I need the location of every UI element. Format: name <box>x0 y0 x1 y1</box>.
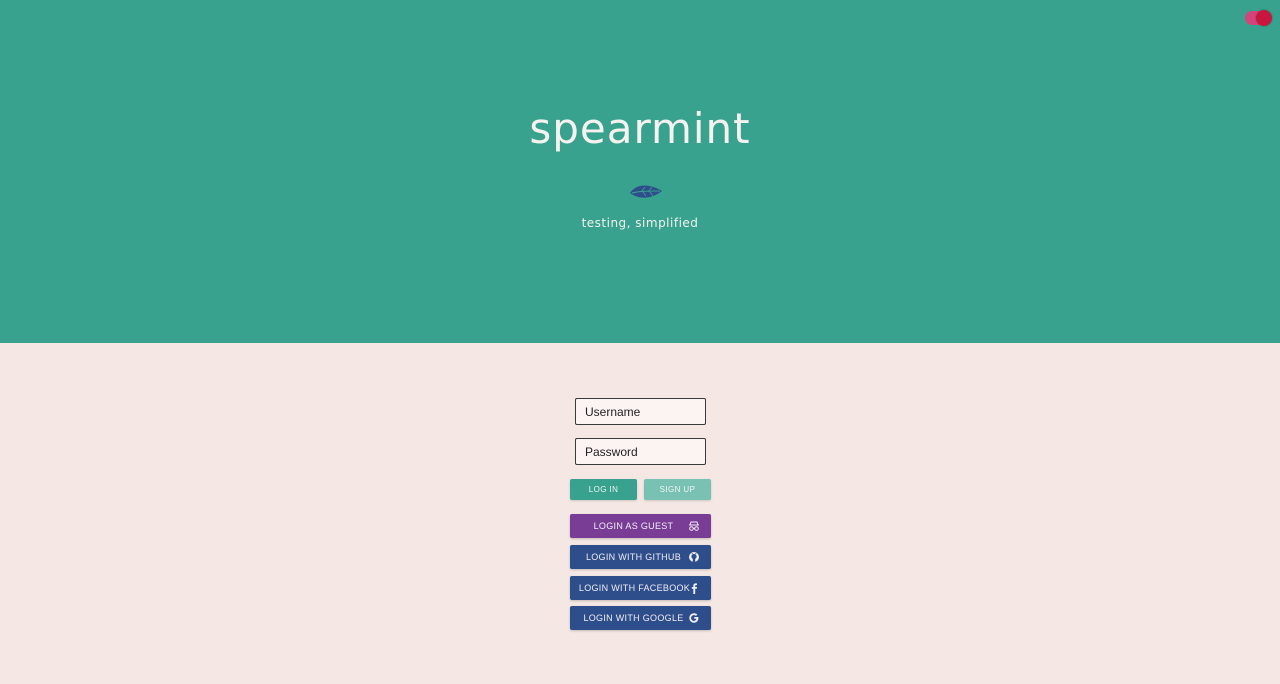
google-icon <box>689 613 699 623</box>
github-icon <box>689 552 699 562</box>
login-google-label: LOGIN WITH GOOGLE <box>583 613 684 623</box>
login-github-label: LOGIN WITH GITHUB <box>585 552 682 562</box>
leaf-icon <box>630 185 662 198</box>
login-google-button[interactable]: LOGIN WITH GOOGLE <box>570 606 711 630</box>
password-input[interactable] <box>575 438 706 465</box>
signup-button[interactable]: SIGN UP <box>644 479 711 500</box>
login-facebook-label: LOGIN WITH FACEBOOK <box>578 583 691 593</box>
login-github-button[interactable]: LOGIN WITH GITHUB <box>570 545 711 569</box>
theme-toggle[interactable] <box>1245 10 1272 26</box>
username-input[interactable] <box>575 398 706 425</box>
login-guest-button[interactable]: LOGIN AS GUEST <box>570 514 711 538</box>
incognito-icon <box>689 521 699 531</box>
login-guest-label: LOGIN AS GUEST <box>593 521 674 531</box>
toggle-knob <box>1256 10 1272 26</box>
app-title: spearmint <box>529 104 751 153</box>
login-button[interactable]: LOG IN <box>570 479 637 500</box>
facebook-icon <box>691 583 697 594</box>
tagline: testing, simplified <box>581 216 699 230</box>
hero-banner: spearmint testing, simplified <box>0 0 1280 343</box>
login-facebook-button[interactable]: LOGIN WITH FACEBOOK <box>570 576 711 600</box>
